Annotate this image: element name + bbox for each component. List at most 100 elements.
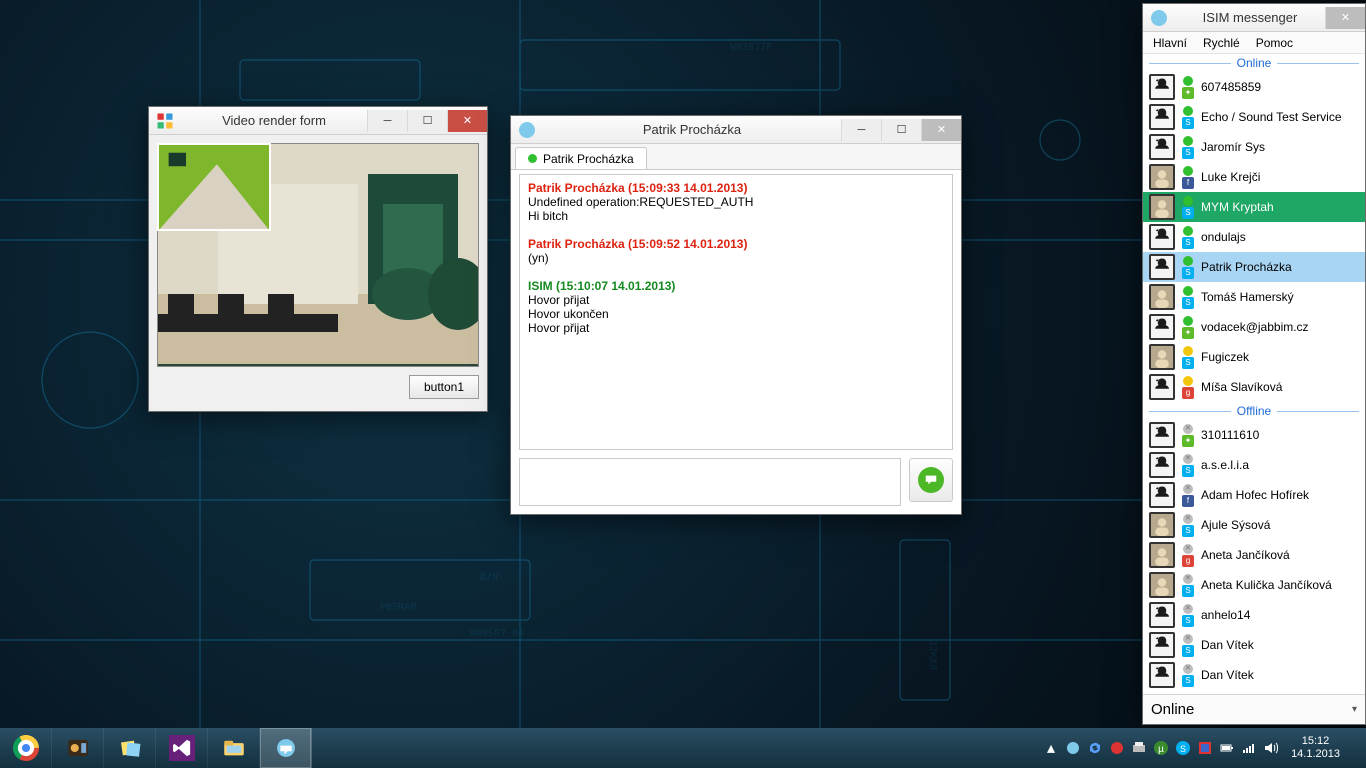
presence-dot-icon <box>1183 634 1193 644</box>
contact-avatar <box>1149 224 1175 250</box>
contact-section-header: Offline <box>1143 404 1365 418</box>
contact-presence: g <box>1181 544 1195 567</box>
contact-row[interactable]: SMYM Kryptah <box>1143 192 1365 222</box>
presence-dot-icon <box>1183 544 1193 554</box>
own-status-selector[interactable]: Online ▾ <box>1143 694 1365 724</box>
contact-row[interactable]: ✦vodacek@jabbim.cz <box>1143 312 1365 342</box>
contact-row[interactable]: fLuke Krejči <box>1143 162 1365 192</box>
tray-battery-icon[interactable] <box>1219 740 1235 756</box>
chat-message-line: Undefined operation:REQUESTED_AUTH <box>528 195 944 209</box>
taskbar-sticky-notes[interactable] <box>104 728 156 768</box>
contact-name: vodacek@jabbim.cz <box>1201 320 1309 334</box>
tray-show-hidden-icon[interactable]: ▴ <box>1043 740 1059 756</box>
video-titlebar[interactable]: Video render form ─ ☐ ✕ <box>149 107 487 135</box>
contact-row[interactable]: SAjule Sýsová <box>1143 510 1365 540</box>
contact-row[interactable]: SPatrik Procházka <box>1143 252 1365 282</box>
chat-input[interactable] <box>519 458 901 506</box>
contact-row[interactable]: g Míša Slavíková <box>1143 372 1365 402</box>
contact-row[interactable]: SEcho / Sound Test Service <box>1143 102 1365 132</box>
taskbar-explorer[interactable] <box>208 728 260 768</box>
protocol-badge-icon: S <box>1182 585 1194 597</box>
chat-titlebar[interactable]: Patrik Procházka ─ ☐ ✕ <box>511 116 961 144</box>
tray-red-app-icon[interactable] <box>1109 740 1125 756</box>
protocol-badge-icon: f <box>1182 177 1194 189</box>
contact-row[interactable]: g Aneta Jančíková <box>1143 540 1365 570</box>
tray-security-icon[interactable] <box>1197 740 1213 756</box>
contact-row[interactable]: Sanhelo14 <box>1143 600 1365 630</box>
contact-name: Míša Slavíková <box>1201 380 1282 394</box>
button1[interactable]: button1 <box>409 375 479 399</box>
send-button[interactable] <box>909 458 953 502</box>
chat-message-header: ISIM (15:10:07 14.01.2013) <box>528 279 944 293</box>
contact-presence: S <box>1181 106 1195 129</box>
presence-dot-icon <box>1183 574 1193 584</box>
chat-tab[interactable]: Patrik Procházka <box>515 147 647 169</box>
protocol-badge-icon: S <box>1182 675 1194 687</box>
protocol-badge-icon: g <box>1182 387 1194 399</box>
menu-quick[interactable]: Rychlé <box>1203 36 1240 50</box>
tray-printer-icon[interactable] <box>1131 740 1147 756</box>
minimize-button[interactable]: ─ <box>841 119 881 141</box>
contact-row[interactable]: ✦607485859 <box>1143 72 1365 102</box>
contact-avatar <box>1149 284 1175 310</box>
maximize-button[interactable]: ☐ <box>881 119 921 141</box>
close-button[interactable]: ✕ <box>921 119 961 141</box>
contact-avatar <box>1149 512 1175 538</box>
protocol-badge-icon: f <box>1182 495 1194 507</box>
chat-log[interactable]: Patrik Procházka (15:09:33 14.01.2013)Un… <box>519 174 953 450</box>
tray-volume-icon[interactable] <box>1263 740 1279 756</box>
protocol-badge-icon: S <box>1182 237 1194 249</box>
taskbar-media-app[interactable] <box>52 728 104 768</box>
contact-row[interactable]: SFugiczek <box>1143 342 1365 372</box>
contact-name: Dan Vítek <box>1201 638 1254 652</box>
contact-row[interactable]: Sa.s.e.l.i.a <box>1143 450 1365 480</box>
contact-row[interactable]: SDan Vítek <box>1143 630 1365 660</box>
tray-sync-icon[interactable] <box>1087 740 1103 756</box>
taskbar-clock[interactable]: 15:12 14.1.2013 <box>1285 735 1346 761</box>
presence-dot-icon <box>1183 514 1193 524</box>
menu-main[interactable]: Hlavní <box>1153 36 1187 50</box>
tray-utorrent-icon[interactable]: µ <box>1153 740 1169 756</box>
tray-chat-icon[interactable] <box>1065 740 1081 756</box>
close-button[interactable]: ✕ <box>447 110 487 132</box>
contact-avatar <box>1149 314 1175 340</box>
contact-name: Aneta Kulička Jančíková <box>1201 578 1332 592</box>
contact-row[interactable]: Sondulajs <box>1143 222 1365 252</box>
menu-help[interactable]: Pomoc <box>1256 36 1293 50</box>
contact-row[interactable]: ✦310111610 <box>1143 420 1365 450</box>
tray-network-icon[interactable] <box>1241 740 1257 756</box>
messenger-titlebar[interactable]: ISIM messenger ✕ <box>1143 4 1365 32</box>
close-button[interactable]: ✕ <box>1325 7 1365 29</box>
contact-avatar <box>1149 572 1175 598</box>
contact-name: Tomáš Hamerský <box>1201 290 1294 304</box>
minimize-button[interactable]: ─ <box>367 110 407 132</box>
contact-section-header: Online <box>1143 56 1365 70</box>
taskbar-chrome[interactable] <box>0 728 52 768</box>
contact-row[interactable]: SDan Vítek <box>1143 660 1365 690</box>
maximize-button[interactable]: ☐ <box>407 110 447 132</box>
presence-dot-icon <box>1183 664 1193 674</box>
presence-dot-icon <box>1183 166 1193 176</box>
contact-row[interactable]: fAdam Hofec Hofírek <box>1143 480 1365 510</box>
contact-name: anhelo14 <box>1201 608 1250 622</box>
contact-row[interactable]: SJaromír Sys <box>1143 132 1365 162</box>
taskbar-isim-messenger[interactable] <box>260 728 312 768</box>
messenger-app-icon <box>1149 8 1169 28</box>
svg-text:S: S <box>1180 744 1186 754</box>
protocol-badge-icon: S <box>1182 465 1194 477</box>
contact-name: 607485859 <box>1201 80 1261 94</box>
contact-row[interactable]: S Aneta Kulička Jančíková <box>1143 570 1365 600</box>
contact-row[interactable]: STomáš Hamerský <box>1143 282 1365 312</box>
tray-skype-icon[interactable]: S <box>1175 740 1191 756</box>
contact-avatar <box>1149 374 1175 400</box>
contact-avatar <box>1149 542 1175 568</box>
contact-avatar <box>1149 602 1175 628</box>
taskbar-visual-studio[interactable] <box>156 728 208 768</box>
presence-dot-icon <box>1183 316 1193 326</box>
contact-list[interactable]: Online ✦607485859SEcho / Sound Test Servi… <box>1143 54 1365 694</box>
chat-message-header: Patrik Procházka (15:09:52 14.01.2013) <box>528 237 944 251</box>
presence-dot-icon <box>1183 346 1193 356</box>
protocol-badge-icon: g <box>1182 555 1194 567</box>
contact-name: Aneta Jančíková <box>1201 548 1290 562</box>
chevron-down-icon: ▾ <box>1352 704 1357 715</box>
